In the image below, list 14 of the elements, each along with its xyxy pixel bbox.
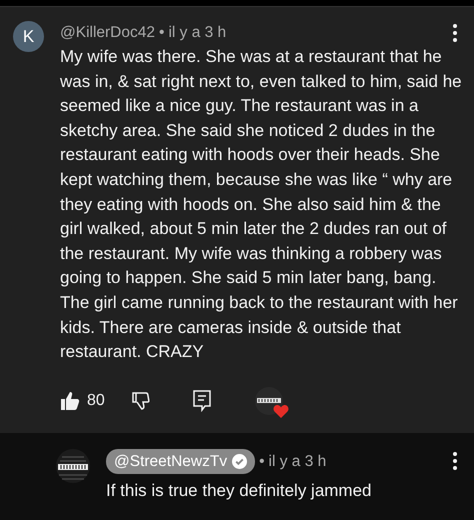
creator-handle[interactable]: @StreetNewzTv — [106, 448, 256, 474]
like-count: 80 — [87, 390, 105, 411]
separator: • — [159, 23, 164, 43]
thumbs-down-icon[interactable] — [130, 390, 151, 411]
channel-avatar[interactable] — [56, 448, 90, 483]
separator: • — [259, 452, 265, 472]
reply-icon[interactable] — [192, 390, 211, 412]
thumbs-up-icon[interactable] — [60, 390, 80, 411]
user-avatar[interactable]: K — [13, 21, 44, 52]
reply-text: If this is true they definitely jammed — [106, 480, 373, 502]
timestamp: il y a 3 h — [168, 23, 226, 43]
comment-text: My wife was there. She was at a restaurant that he was in, & sat right next to, even talked to him, said he seemed like a nice guy. The restaurant was in a sketchy area. She said she noticed 2 dudes in the restaurant eating with hoods over their heads. She kept watching them, because she was like “ why are they eating with hoods on. She also said him & the girl walked, about 5 min later the 2 dudes ran out of the restaurant. My wife was thinking a robbery was going to happen. She said 5 min later bang, bang. The girl came running back to the restaurant with her kids. There are cameras inside & outside that restaurant. CRAZY — [60, 46, 463, 364]
username[interactable]: @KillerDoc42 — [60, 21, 155, 44]
timestamp: il y a 3 h — [268, 452, 326, 472]
